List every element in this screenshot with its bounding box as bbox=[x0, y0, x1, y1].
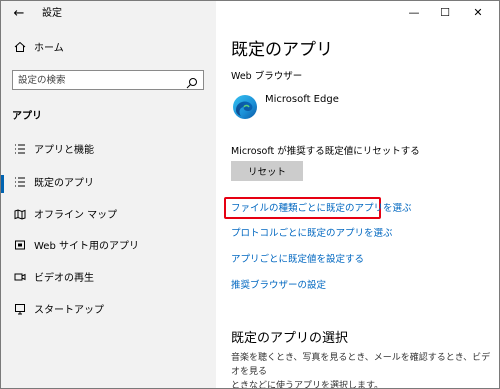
back-arrow-icon[interactable]: ← bbox=[11, 6, 27, 22]
section-title: 既定のアプリの選択 bbox=[231, 331, 349, 346]
sidebar: ← 設定 ホーム アプリ アプリと機能 既定のアプリ bbox=[1, 1, 216, 388]
default-apps-icon bbox=[13, 176, 27, 190]
reset-description: Microsoft が推奨する既定値にリセットする bbox=[231, 146, 420, 157]
edge-icon[interactable] bbox=[232, 94, 258, 120]
window-title: 設定 bbox=[42, 8, 62, 19]
title-bar: ← 設定 bbox=[1, 1, 216, 27]
startup-icon bbox=[13, 303, 27, 317]
web-browser-label: Web ブラウザー bbox=[231, 71, 303, 82]
sidebar-item-label: ホーム bbox=[34, 43, 64, 54]
page-title: 既定のアプリ bbox=[231, 40, 333, 60]
recommended-browser-link[interactable]: 推奨ブラウザーの設定 bbox=[231, 279, 326, 293]
sidebar-item-label: ビデオの再生 bbox=[34, 273, 94, 284]
section-description-line: ときなどに使うアプリを選択します。 bbox=[231, 381, 384, 389]
sidebar-section-label: アプリ bbox=[12, 111, 42, 122]
set-by-app-link[interactable]: アプリごとに既定値を設定する bbox=[231, 253, 364, 267]
sidebar-item-startup[interactable]: スタートアップ bbox=[1, 298, 216, 324]
sidebar-item-label: アプリと機能 bbox=[34, 145, 94, 156]
sidebar-item-default-apps[interactable]: 既定のアプリ bbox=[1, 171, 216, 197]
sidebar-item-offline-maps[interactable]: オフライン マップ bbox=[1, 203, 216, 229]
search-icon[interactable] bbox=[186, 74, 198, 89]
sidebar-item-label: Web サイト用のアプリ bbox=[34, 241, 139, 252]
home-icon bbox=[13, 41, 27, 55]
section-description: 音楽を聴くとき、写真を見るとき、メールを確認するとき、ビデオを見る ときなどに使… bbox=[231, 351, 493, 389]
main-content: — ☐ ✕ 既定のアプリ Web ブラウザー Microsoft Edge Mi… bbox=[216, 1, 499, 388]
choose-by-protocol-link[interactable]: プロトコルごとに既定のアプリを選ぶ bbox=[231, 227, 393, 241]
choose-by-file-type-link[interactable]: ファイルの種類ごとに既定のアプリを選ぶ bbox=[231, 202, 412, 216]
reset-button[interactable]: リセット bbox=[231, 161, 303, 181]
minimize-icon[interactable]: — bbox=[400, 3, 428, 23]
sidebar-item-video-playback[interactable]: ビデオの再生 bbox=[1, 266, 216, 292]
close-icon[interactable]: ✕ bbox=[464, 3, 492, 23]
default-browser-name[interactable]: Microsoft Edge bbox=[265, 94, 339, 105]
sidebar-item-home[interactable]: ホーム bbox=[1, 36, 216, 62]
section-description-line: 音楽を聴くとき、写真を見るとき、メールを確認するとき、ビデオを見る bbox=[231, 353, 491, 377]
sidebar-item-label: オフライン マップ bbox=[34, 210, 118, 221]
offline-map-icon bbox=[13, 208, 27, 222]
settings-window: ← 設定 ホーム アプリ アプリと機能 既定のアプリ bbox=[0, 0, 500, 389]
maximize-icon[interactable]: ☐ bbox=[431, 3, 459, 23]
sidebar-item-website-apps[interactable]: Web サイト用のアプリ bbox=[1, 234, 216, 260]
sidebar-item-label: スタートアップ bbox=[34, 305, 104, 316]
video-icon bbox=[13, 271, 27, 285]
sidebar-item-label: 既定のアプリ bbox=[34, 178, 94, 189]
website-apps-icon bbox=[13, 239, 27, 253]
search-input[interactable] bbox=[18, 73, 168, 87]
search-box[interactable] bbox=[12, 70, 204, 90]
sidebar-item-apps-features[interactable]: アプリと機能 bbox=[1, 138, 216, 164]
list-icon bbox=[13, 143, 27, 157]
